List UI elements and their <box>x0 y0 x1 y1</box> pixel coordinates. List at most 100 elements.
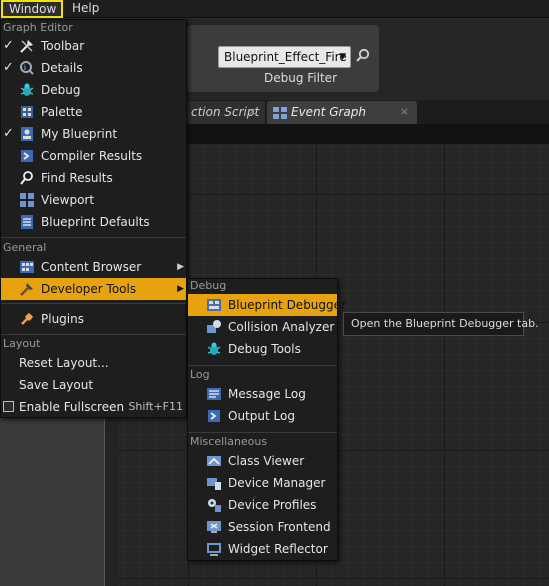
device-profiles-icon <box>208 499 221 512</box>
section-header-debug: Debug <box>190 279 227 292</box>
chevron-right-icon: ▶ <box>177 284 184 294</box>
tab-event-graph[interactable]: Event Graph × <box>267 101 417 124</box>
collision-analyzer-icon <box>207 320 221 333</box>
menu-item-viewport[interactable]: Viewport <box>1 189 186 211</box>
graph-header <box>187 124 549 144</box>
menu-item-label: My Blueprint <box>41 127 118 141</box>
blueprint-debugger-tooltip: Open the Blueprint Debugger tab. <box>343 312 539 336</box>
menu-item-label: Enable Fullscreen <box>19 400 125 414</box>
menu-item-output-log[interactable]: Output Log <box>188 405 337 427</box>
chevron-right-icon: ▶ <box>177 262 184 272</box>
menu-item-label: Viewport <box>41 193 95 207</box>
toolbar-icon <box>20 40 33 53</box>
find-results-icon <box>20 171 33 185</box>
menu-item-save-layout[interactable]: Save Layout <box>1 374 186 396</box>
menu-item-debug-tools[interactable]: Debug Tools <box>188 338 337 360</box>
menu-item-label: Content Browser <box>41 260 142 274</box>
menu-item-label: Find Results <box>41 171 113 185</box>
menu-item-blueprint-defaults[interactable]: Blueprint Defaults <box>1 211 186 233</box>
menu-item-label: Collision Analyzer <box>228 320 335 334</box>
menu-item-my-blueprint[interactable]: ✓ My Blueprint <box>1 123 186 145</box>
debug-object-combo[interactable]: Blueprint_Effect_Fire ▼ <box>218 46 351 68</box>
menu-item-label: Blueprint Debugger <box>228 298 346 312</box>
section-header-miscellaneous: Miscellaneous <box>190 435 268 448</box>
chevron-down-icon: ▼ <box>339 52 346 62</box>
svg-text:i: i <box>24 64 26 72</box>
menu-item-widget-reflector[interactable]: Widget Reflector <box>188 538 337 560</box>
window-menu[interactable]: Window <box>1 0 63 18</box>
menu-item-label: Save Layout <box>19 378 94 392</box>
menu-item-message-log[interactable]: Message Log <box>188 383 337 405</box>
scrollbar[interactable] <box>104 415 118 586</box>
shortcut-label: Shift+F11 <box>128 400 183 413</box>
widget-reflector-icon <box>207 543 221 556</box>
tab-label: Event Graph <box>291 105 366 119</box>
menu-item-label: Blueprint Defaults <box>41 215 150 229</box>
menu-item-find-results[interactable]: Find Results <box>1 167 186 189</box>
menu-item-details[interactable]: ✓ i Details <box>1 57 186 79</box>
viewport-icon <box>20 193 34 207</box>
search-icon[interactable] <box>355 48 371 64</box>
menu-separator <box>1 237 186 238</box>
menu-separator <box>188 365 337 366</box>
menu-item-device-manager[interactable]: Device Manager <box>188 472 337 494</box>
help-menu[interactable]: Help <box>66 0 105 18</box>
debug-combo-value: Blueprint_Effect_Fire <box>224 50 347 64</box>
menu-item-label: Device Profiles <box>228 498 317 512</box>
menu-item-session-frontend[interactable]: Session Frontend <box>188 516 337 538</box>
menu-item-label: Session Frontend <box>228 520 331 534</box>
menu-separator <box>1 334 186 335</box>
menu-item-content-browser[interactable]: Content Browser ▶ <box>1 256 186 278</box>
class-viewer-icon <box>207 456 221 466</box>
debug-icon <box>20 83 34 96</box>
section-header-layout: Layout <box>3 337 41 350</box>
menu-item-label: Output Log <box>228 409 295 423</box>
close-icon[interactable]: × <box>400 101 409 123</box>
menu-separator <box>1 303 186 304</box>
menu-item-label: Toolbar <box>41 39 85 53</box>
palette-icon <box>21 106 33 118</box>
menu-item-label: Developer Tools <box>41 282 137 296</box>
menu-item-label: Plugins <box>41 312 84 326</box>
debug-tools-icon <box>207 342 221 355</box>
check-icon: ✓ <box>3 60 14 75</box>
menu-item-toolbar[interactable]: ✓ Toolbar <box>1 35 186 57</box>
output-log-icon <box>208 410 220 422</box>
menu-item-class-viewer[interactable]: Class Viewer <box>188 450 337 472</box>
side-panel <box>0 415 118 586</box>
compiler-results-icon <box>21 150 33 162</box>
menu-item-label: Details <box>41 61 83 75</box>
menu-item-plugins[interactable]: Plugins <box>1 308 186 330</box>
debug-filter-label: Debug Filter <box>264 71 337 85</box>
menu-item-label: Palette <box>41 105 83 119</box>
event-graph-icon <box>273 106 287 119</box>
fullscreen-checkbox[interactable] <box>3 401 14 412</box>
menu-item-developer-tools[interactable]: Developer Tools ▶ <box>1 278 186 300</box>
menu-item-reset-layout[interactable]: Reset Layout... <box>1 352 186 374</box>
blueprint-debugger-icon <box>207 299 221 311</box>
menu-item-compiler-results[interactable]: Compiler Results <box>1 145 186 167</box>
menu-item-label: Class Viewer <box>228 454 305 468</box>
menu-item-enable-fullscreen[interactable]: Enable Fullscreen Shift+F11 <box>1 396 186 418</box>
menu-item-blueprint-debugger[interactable]: Blueprint Debugger <box>188 294 346 316</box>
menu-item-label: Reset Layout... <box>19 356 109 370</box>
menu-item-label: Debug <box>41 83 81 97</box>
blueprint-defaults-icon <box>21 215 33 229</box>
menu-item-label: Message Log <box>228 387 306 401</box>
session-frontend-icon <box>207 521 221 533</box>
menu-separator <box>188 432 337 433</box>
device-manager-icon <box>207 478 221 490</box>
menu-item-label: Device Manager <box>228 476 326 490</box>
check-icon: ✓ <box>3 126 14 141</box>
developer-tools-icon <box>20 283 33 296</box>
menu-item-debug[interactable]: Debug <box>1 79 186 101</box>
message-log-icon <box>207 388 221 400</box>
my-blueprint-icon <box>21 127 33 141</box>
menu-item-device-profiles[interactable]: Device Profiles <box>188 494 337 516</box>
tab-construction-script[interactable]: ction Script × <box>187 101 265 124</box>
developer-tools-submenu: Debug Blueprint Debugger Collision Analy… <box>187 278 346 561</box>
close-icon[interactable]: × <box>248 101 257 123</box>
menu-item-palette[interactable]: Palette <box>1 101 186 123</box>
menu-item-collision-analyzer[interactable]: Collision Analyzer <box>188 316 337 338</box>
menu-item-label: Compiler Results <box>41 149 143 163</box>
